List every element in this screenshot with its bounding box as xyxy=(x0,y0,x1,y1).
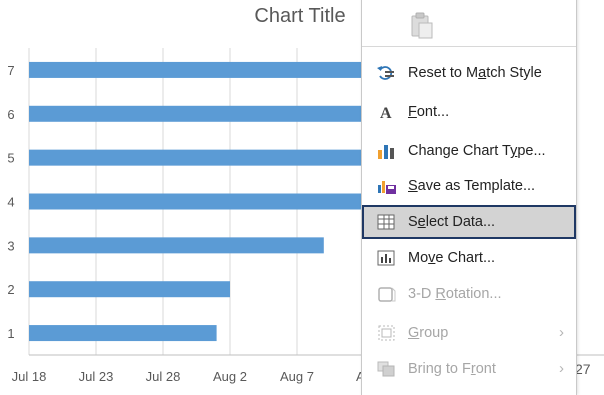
change-chart-type-icon xyxy=(376,142,398,160)
submenu-arrow-icon: › xyxy=(559,324,564,341)
menu-item-label: 3-D Rotation... xyxy=(408,286,502,302)
x-axis-label-edge: 27 xyxy=(575,361,591,377)
menu-item-label: Select Data... xyxy=(408,214,496,230)
menu-item-label: Reset to Match Style xyxy=(408,65,542,81)
chart-title[interactable]: Chart Title xyxy=(254,5,345,27)
menu-item-reset[interactable]: Reset to Match Style xyxy=(362,56,576,90)
menu-item-save-template[interactable]: Save as Template... xyxy=(362,169,576,203)
bar xyxy=(29,237,324,254)
menu-item-label: Move Chart... xyxy=(408,250,496,266)
paste-options-area xyxy=(362,0,576,47)
y-axis-tick-label: 1 xyxy=(7,326,14,341)
group-icon xyxy=(376,324,398,342)
menu-item-font[interactable]: A Font... xyxy=(362,95,576,129)
y-axis-tick-label: 6 xyxy=(7,107,14,122)
move-chart-icon xyxy=(376,249,398,267)
save-template-icon xyxy=(376,177,398,195)
y-axis-tick-label: 7 xyxy=(7,63,14,78)
context-menu: Reset to Match Style A Font... Change Chart… xyxy=(361,0,577,395)
x-axis-tick-label: Aug 2 xyxy=(213,369,247,384)
menu-item-label: Group xyxy=(408,325,449,341)
menu-item-label: Font... xyxy=(408,104,450,120)
x-axis-tick-label: Jul 18 xyxy=(12,369,47,384)
rotation-3d-icon xyxy=(376,285,398,303)
x-axis-tick-label: Aug 7 xyxy=(280,369,314,384)
menu-item-front[interactable]: Bring to Front › xyxy=(362,352,576,386)
menu-item-label: Change Chart Type... xyxy=(408,143,546,159)
bar xyxy=(29,281,230,298)
select-data-icon xyxy=(376,213,398,231)
y-axis-tick-label: 3 xyxy=(7,238,14,253)
paste-icon[interactable] xyxy=(409,12,435,40)
menu-item-rotation[interactable]: 3-D Rotation... xyxy=(362,277,576,311)
x-axis-tick-label: Jul 28 xyxy=(146,369,181,384)
y-axis-tick-label: 5 xyxy=(7,151,14,166)
bar xyxy=(29,325,217,342)
svg-text:A: A xyxy=(380,105,392,121)
menu-item-label: Save as Template... xyxy=(408,178,536,194)
font-icon: A xyxy=(376,103,398,122)
y-axis-labels: 1 2 3 4 5 6 7 xyxy=(7,63,14,341)
x-axis-labels: Jul 18Jul 23Jul 28Aug 2Aug 7Au xyxy=(12,369,372,384)
menu-item-label: Bring to Front xyxy=(408,361,496,377)
y-axis-tick-label: 4 xyxy=(7,195,14,210)
menu-item-group[interactable]: Group › xyxy=(362,316,576,350)
menu-item-move-chart[interactable]: Move Chart... xyxy=(362,241,576,275)
reset-style-icon xyxy=(376,64,398,82)
x-axis-tick-label: Jul 23 xyxy=(79,369,114,384)
bring-front-icon xyxy=(376,360,398,378)
menu-item-change-type[interactable]: Change Chart Type... xyxy=(362,134,576,168)
menu-item-select-data[interactable]: Select Data... xyxy=(362,205,576,239)
submenu-arrow-icon: › xyxy=(559,360,564,377)
y-axis-tick-label: 2 xyxy=(7,282,14,297)
